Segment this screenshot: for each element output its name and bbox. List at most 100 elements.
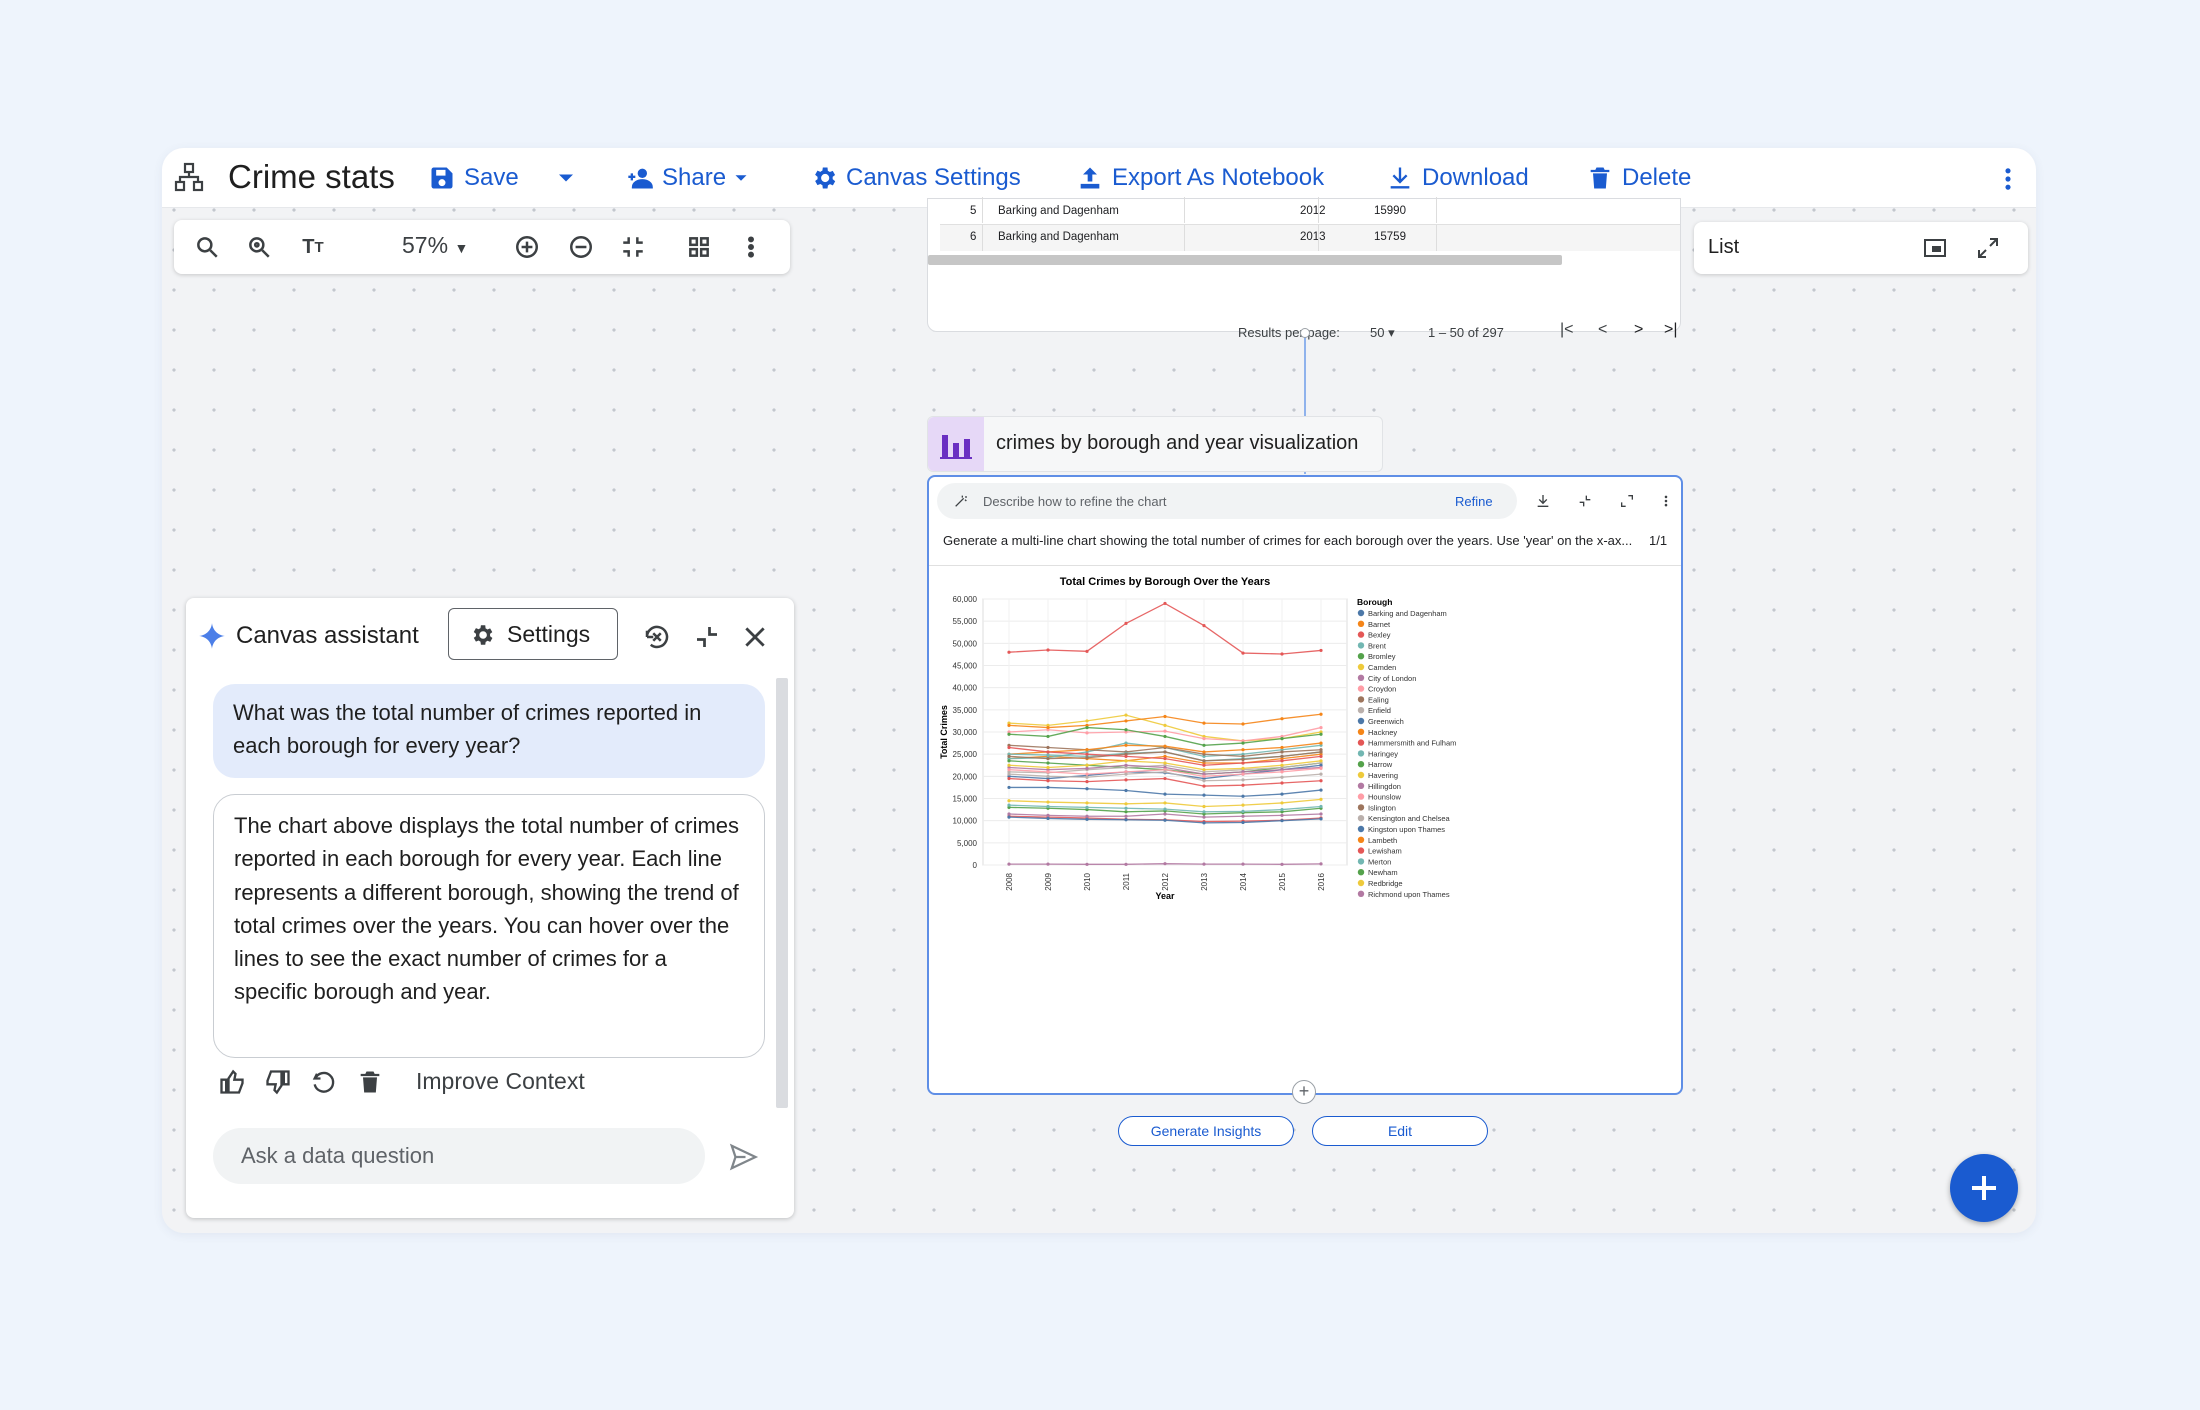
data-point	[1124, 806, 1128, 810]
close-icon[interactable]	[742, 624, 768, 650]
legend-swatch	[1357, 858, 1365, 865]
legend-item: Ealing	[1368, 695, 1389, 704]
grid-view-icon[interactable]	[684, 232, 714, 262]
canvas-settings-button[interactable]: Canvas Settings	[810, 160, 1021, 196]
more-vert-icon[interactable]	[1994, 164, 2022, 194]
data-point	[1085, 801, 1089, 805]
reset-history-icon[interactable]	[642, 622, 672, 652]
prev-page-icon[interactable]: <	[1598, 321, 1607, 339]
expand-icon[interactable]	[1619, 493, 1635, 509]
assistant-answer: The chart above displays the total numbe…	[213, 794, 765, 1058]
trash-icon[interactable]	[356, 1068, 384, 1096]
data-point	[1124, 810, 1128, 814]
add-node-icon[interactable]: +	[1292, 1080, 1316, 1104]
assistant-scrollbar[interactable]	[776, 678, 788, 1108]
legend-item: Barnet	[1368, 620, 1391, 629]
legend-swatch	[1357, 728, 1365, 735]
visualization-node-header[interactable]: crimes by borough and year visualization	[927, 416, 1383, 472]
send-icon[interactable]	[726, 1142, 760, 1172]
line-chart[interactable]: Total Crimes by Borough Over the Years 0 5…	[935, 571, 1675, 1031]
legend-item: Hillingdon	[1368, 782, 1401, 791]
refine-input[interactable]: Describe how to refine the chart	[983, 494, 1167, 509]
data-point	[1280, 775, 1284, 779]
text-size-icon[interactable]: TT	[298, 232, 328, 262]
data-point	[1202, 750, 1206, 754]
last-page-icon[interactable]: >|	[1664, 321, 1678, 339]
zoom-out-icon[interactable]	[566, 232, 596, 262]
expand-icon[interactable]	[1976, 236, 2000, 260]
y-tick-label: 30,000	[953, 728, 978, 737]
edit-button[interactable]: Edit	[1312, 1116, 1488, 1146]
zoom-find-icon[interactable]	[244, 232, 274, 262]
zoom-level-dropdown[interactable]: 57% ▼	[402, 232, 468, 259]
refine-button[interactable]: Refine	[1455, 494, 1493, 509]
table-row: 6 Barking and Dagenham 2013 15759	[940, 225, 1680, 251]
gear-icon	[815, 167, 836, 189]
legend-swatch	[1357, 793, 1365, 800]
data-point	[1085, 756, 1089, 760]
more-vert-icon[interactable]	[736, 232, 766, 262]
picture-in-picture-icon[interactable]	[1922, 236, 1948, 260]
legend-item: Islington	[1368, 803, 1396, 812]
data-point	[1241, 766, 1245, 770]
chart-card: Describe how to refine the chart Refine …	[927, 475, 1683, 1095]
legend-swatch	[1357, 847, 1365, 854]
regenerate-icon[interactable]	[310, 1068, 338, 1096]
collapse-icon[interactable]	[1577, 493, 1593, 509]
first-page-icon[interactable]: |<	[1560, 321, 1574, 339]
legend-item: Brent	[1368, 641, 1387, 650]
data-point	[1280, 807, 1284, 812]
save-button[interactable]: Save	[428, 160, 519, 196]
save-options-dropdown[interactable]	[552, 160, 588, 196]
assistant-settings-button[interactable]: Settings	[448, 608, 618, 660]
legend-swatch	[1357, 717, 1365, 725]
data-point	[1007, 732, 1011, 736]
data-point	[1163, 801, 1167, 805]
download-icon[interactable]	[1535, 493, 1551, 509]
row-borough: Barking and Dagenham	[998, 205, 1119, 217]
share-button[interactable]: Share	[626, 160, 760, 196]
per-page-select[interactable]: 50 ▾	[1370, 325, 1395, 341]
data-point	[1046, 770, 1050, 774]
add-fab-button[interactable]	[1950, 1154, 2018, 1222]
x-tick-label: 2015	[1278, 872, 1287, 890]
data-point	[1046, 813, 1050, 817]
ask-question-input[interactable]	[213, 1128, 705, 1184]
export-notebook-button[interactable]: Export As Notebook	[1076, 160, 1324, 196]
column-divider	[1436, 225, 1437, 251]
data-point	[1007, 785, 1011, 790]
thumbs-up-icon[interactable]	[218, 1068, 246, 1096]
zoom-in-icon[interactable]	[512, 232, 542, 262]
more-vert-icon[interactable]	[1659, 493, 1673, 509]
delete-button[interactable]: Delete	[1586, 160, 1691, 196]
data-point	[1319, 712, 1323, 716]
upload-icon	[1080, 167, 1100, 189]
legend-item: Camden	[1368, 663, 1396, 672]
connector-port[interactable]	[1300, 328, 1310, 338]
delete-label: Delete	[1622, 164, 1692, 191]
data-point	[1319, 779, 1323, 783]
data-point	[1163, 807, 1167, 811]
column-divider	[1318, 225, 1319, 251]
fit-screen-icon[interactable]	[618, 232, 648, 262]
legend-swatch	[1357, 663, 1365, 671]
column-divider	[1436, 197, 1437, 223]
improve-context-button[interactable]: Improve Context	[416, 1068, 585, 1095]
data-point	[1124, 754, 1128, 758]
download-button[interactable]: Download	[1386, 160, 1529, 196]
data-point	[1202, 624, 1206, 628]
minimize-icon[interactable]	[692, 622, 722, 652]
download-icon	[1390, 167, 1410, 189]
data-point	[1202, 759, 1206, 763]
x-tick-label: 2016	[1317, 872, 1326, 890]
search-icon[interactable]	[192, 232, 222, 262]
generate-insights-button[interactable]: Generate Insights	[1118, 1116, 1294, 1146]
data-point	[1319, 732, 1323, 736]
thumbs-down-icon[interactable]	[264, 1068, 292, 1096]
answer-actions: Improve Context	[218, 1064, 638, 1104]
horizontal-scrollbar[interactable]	[928, 255, 1562, 265]
lineage-icon[interactable]	[174, 162, 204, 192]
next-page-icon[interactable]: >	[1634, 321, 1643, 339]
data-point	[1085, 649, 1089, 653]
data-point	[1046, 753, 1050, 757]
